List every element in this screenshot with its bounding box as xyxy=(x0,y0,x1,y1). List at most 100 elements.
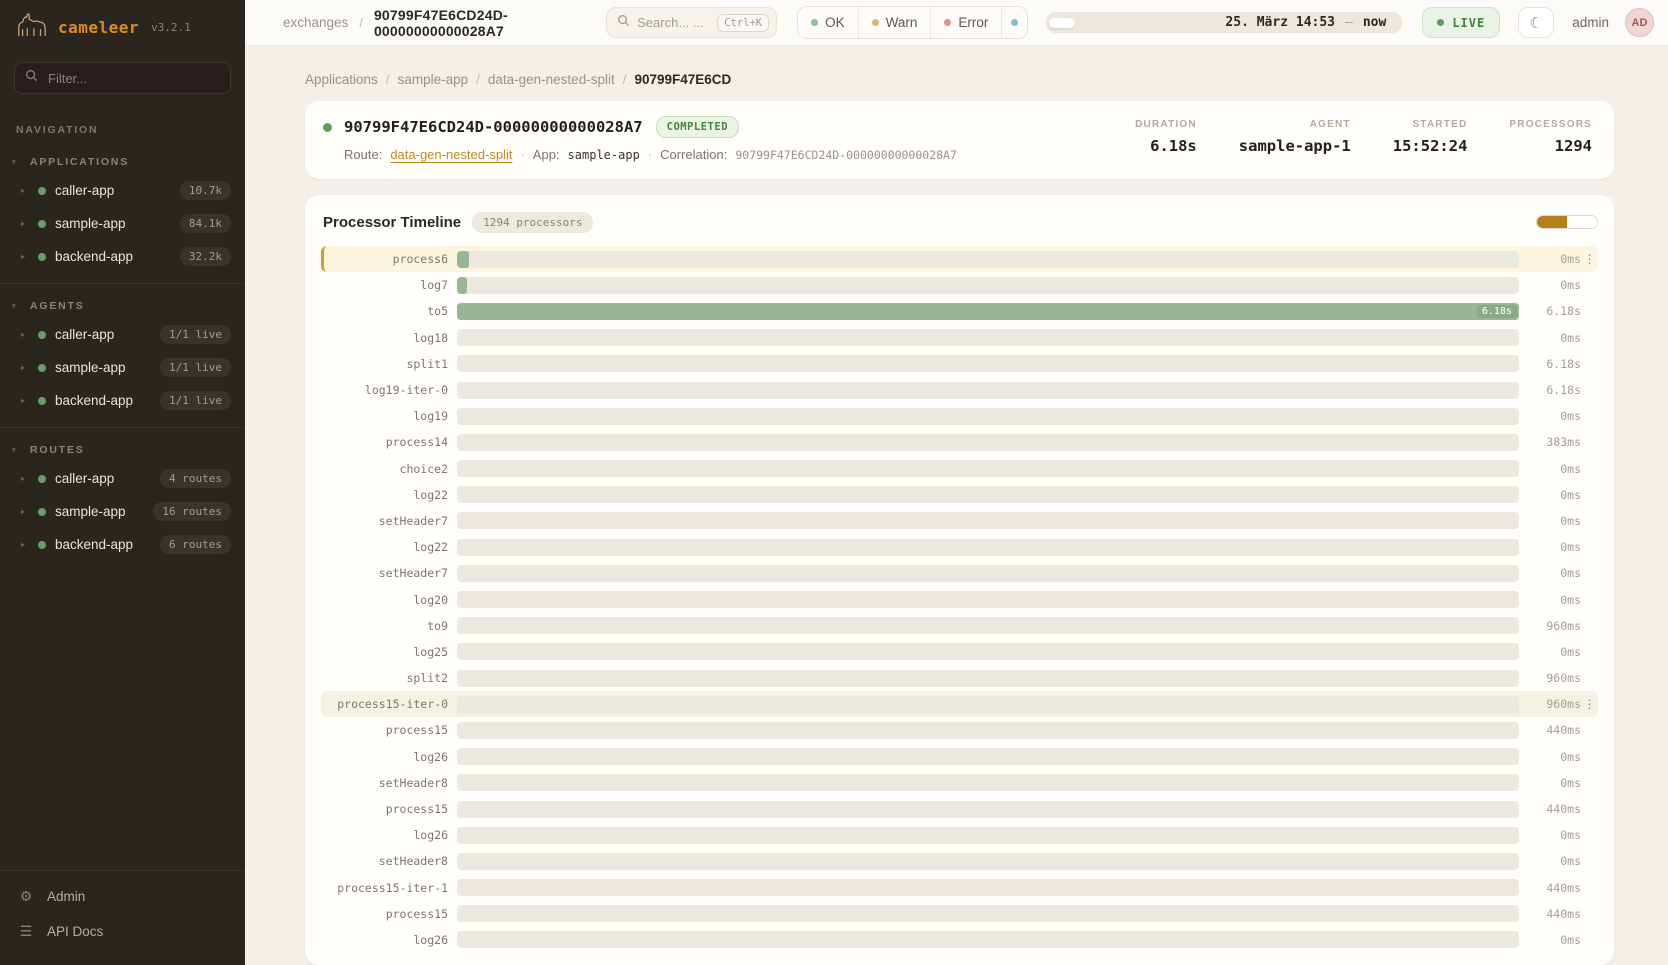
stat-label: PROCESSORS xyxy=(1509,119,1592,130)
sidebar-item[interactable]: ▸ backend-app 1/1 live xyxy=(0,384,245,417)
sidebar-filter[interactable] xyxy=(14,62,231,94)
view-toggle-button[interactable] xyxy=(1567,216,1597,228)
timeline-row[interactable]: process14 383ms xyxy=(321,429,1598,455)
nav-section-title[interactable]: ▾ AGENTS xyxy=(0,292,245,318)
route-link[interactable]: data-gen-nested-split xyxy=(390,147,512,162)
app-label: App: xyxy=(533,147,560,162)
sidebar-item[interactable]: ▸ caller-app 1/1 live xyxy=(0,318,245,351)
row-menu-icon[interactable]: ⋮ xyxy=(1581,697,1598,711)
timeline-row[interactable]: log22 0ms xyxy=(321,534,1598,560)
timeline-row[interactable]: setHeader7 0ms xyxy=(321,508,1598,534)
timeline-track xyxy=(457,748,1519,765)
timeline-row[interactable]: log22 0ms xyxy=(321,482,1598,508)
timeline-track xyxy=(457,643,1519,660)
sidebar-footer-item[interactable]: ☰ API Docs xyxy=(0,914,245,949)
timeline-row[interactable]: setHeader8 0ms xyxy=(321,770,1598,796)
chevron-right-icon[interactable]: ▸ xyxy=(21,252,29,261)
timeline-title: Processor Timeline xyxy=(323,214,461,231)
time-range-button[interactable] xyxy=(1101,18,1127,28)
duration-value: 6.18s xyxy=(1529,304,1581,318)
status-filter-chip[interactable]: Warn xyxy=(858,7,931,38)
chevron-right-icon[interactable]: ▸ xyxy=(21,507,29,516)
date-range[interactable]: 25. März 14:53 — now xyxy=(1205,15,1399,30)
timeline-row[interactable]: split2 960ms xyxy=(321,665,1598,691)
camel-logo-icon xyxy=(16,12,48,43)
timeline-row[interactable]: log19 0ms xyxy=(321,403,1598,429)
timeline-row[interactable]: setHeader8 0ms xyxy=(321,848,1598,874)
chevron-down-icon: ▾ xyxy=(12,302,30,310)
chevron-right-icon[interactable]: ▸ xyxy=(21,186,29,195)
timeline-row[interactable]: log26 0ms xyxy=(321,744,1598,770)
sidebar-item-label: sample-app xyxy=(55,360,151,375)
timeline-row[interactable]: process6 0ms ⋮ xyxy=(321,246,1598,272)
breadcrumb-link[interactable]: sample-app xyxy=(398,72,469,87)
breadcrumb-separator: / xyxy=(623,72,627,87)
processor-count-badge: 1294 processors xyxy=(472,212,593,233)
theme-toggle-button[interactable]: ☾ xyxy=(1518,7,1554,38)
timeline-row[interactable]: log25 0ms xyxy=(321,639,1598,665)
timeline-row[interactable]: log26 0ms xyxy=(321,927,1598,953)
sidebar-item-badge: 4 routes xyxy=(160,469,231,488)
global-search[interactable]: Search... ... Ctrl+K xyxy=(606,7,777,38)
view-toggle-button[interactable] xyxy=(1537,216,1567,228)
status-filter-chip[interactable]: OK xyxy=(798,7,858,38)
time-range-button[interactable] xyxy=(1049,18,1075,28)
timeline-row[interactable]: log20 0ms xyxy=(321,586,1598,612)
timeline-row[interactable]: split1 6.18s xyxy=(321,351,1598,377)
filter-input[interactable] xyxy=(46,70,220,87)
timeline-row[interactable]: log18 0ms xyxy=(321,325,1598,351)
timeline-row[interactable]: log7 0ms xyxy=(321,272,1598,298)
chevron-right-icon[interactable]: ▸ xyxy=(21,219,29,228)
timeline-row[interactable]: process15 440ms xyxy=(321,796,1598,822)
timeline-row[interactable]: log19-iter-0 6.18s xyxy=(321,377,1598,403)
timeline-row[interactable]: setHeader7 0ms xyxy=(321,560,1598,586)
timeline-row[interactable]: process15-iter-1 440ms xyxy=(321,875,1598,901)
nav-section: ▾ AGENTS ▸ caller-app 1/1 live ▸ sample-… xyxy=(0,284,245,428)
nav-section-title[interactable]: ▾ APPLICATIONS xyxy=(0,148,245,174)
chevron-right-icon[interactable]: ▸ xyxy=(21,396,29,405)
breadcrumb-link[interactable]: data-gen-nested-split xyxy=(488,72,615,87)
chevron-right-icon[interactable]: ▸ xyxy=(21,330,29,339)
nav-section-title[interactable]: ▾ ROUTES xyxy=(0,436,245,462)
timeline-row[interactable]: to5 6.18s 6.18s xyxy=(321,298,1598,324)
timeline-row[interactable]: process15-iter-0 960ms ⋮ xyxy=(321,691,1598,717)
duration-value: 0ms xyxy=(1529,409,1581,423)
sidebar-item[interactable]: ▸ sample-app 84.1k xyxy=(0,207,245,240)
timeline-row[interactable]: process15 440ms xyxy=(321,901,1598,927)
topbar-breadcrumb-section[interactable]: exchanges xyxy=(283,15,348,30)
avatar[interactable]: AD xyxy=(1625,8,1654,37)
view-toggle xyxy=(1536,215,1598,229)
user-name[interactable]: admin xyxy=(1572,15,1609,30)
breadcrumb-link[interactable]: Applications xyxy=(305,72,378,87)
chevron-right-icon[interactable]: ▸ xyxy=(21,540,29,549)
sidebar-item[interactable]: ▸ sample-app 1/1 live xyxy=(0,351,245,384)
sidebar-item[interactable]: ▸ backend-app 6 routes xyxy=(0,528,245,561)
logo-row[interactable]: cameleer v3.2.1 xyxy=(0,0,245,54)
live-toggle[interactable]: LIVE xyxy=(1422,7,1500,38)
sidebar-item[interactable]: ▸ caller-app 4 routes xyxy=(0,462,245,495)
stat-value: 6.18s xyxy=(1135,137,1197,155)
timeline-row[interactable]: to9 960ms xyxy=(321,613,1598,639)
row-menu-icon[interactable]: ⋮ xyxy=(1581,252,1598,266)
timeline-rows: process6 0ms ⋮ log7 0ms to5 6.18s 6.18s … xyxy=(321,246,1598,953)
date-range-to: now xyxy=(1363,15,1386,30)
processor-name: log26 xyxy=(324,828,448,842)
nav-section: ▾ ROUTES ▸ caller-app 4 routes ▸ sample-… xyxy=(0,428,245,571)
chevron-right-icon[interactable]: ▸ xyxy=(21,363,29,372)
chevron-right-icon[interactable]: ▸ xyxy=(21,474,29,483)
sidebar-footer-item[interactable]: ⚙ Admin xyxy=(0,879,245,914)
time-range-button[interactable] xyxy=(1179,18,1205,28)
timeline-row[interactable]: choice2 0ms xyxy=(321,456,1598,482)
nav-section-label: APPLICATIONS xyxy=(30,156,129,168)
time-range-button[interactable] xyxy=(1127,18,1153,28)
timeline-row[interactable]: log26 0ms xyxy=(321,822,1598,848)
status-dot xyxy=(38,541,46,549)
status-filter-chip[interactable] xyxy=(1001,7,1027,38)
sidebar-item[interactable]: ▸ caller-app 10.7k xyxy=(0,174,245,207)
sidebar-item[interactable]: ▸ backend-app 32.2k xyxy=(0,240,245,273)
time-range-button[interactable] xyxy=(1075,18,1101,28)
timeline-row[interactable]: process15 440ms xyxy=(321,717,1598,743)
status-filter-chip[interactable]: Error xyxy=(930,7,1001,38)
time-range-button[interactable] xyxy=(1153,18,1179,28)
sidebar-item[interactable]: ▸ sample-app 16 routes xyxy=(0,495,245,528)
